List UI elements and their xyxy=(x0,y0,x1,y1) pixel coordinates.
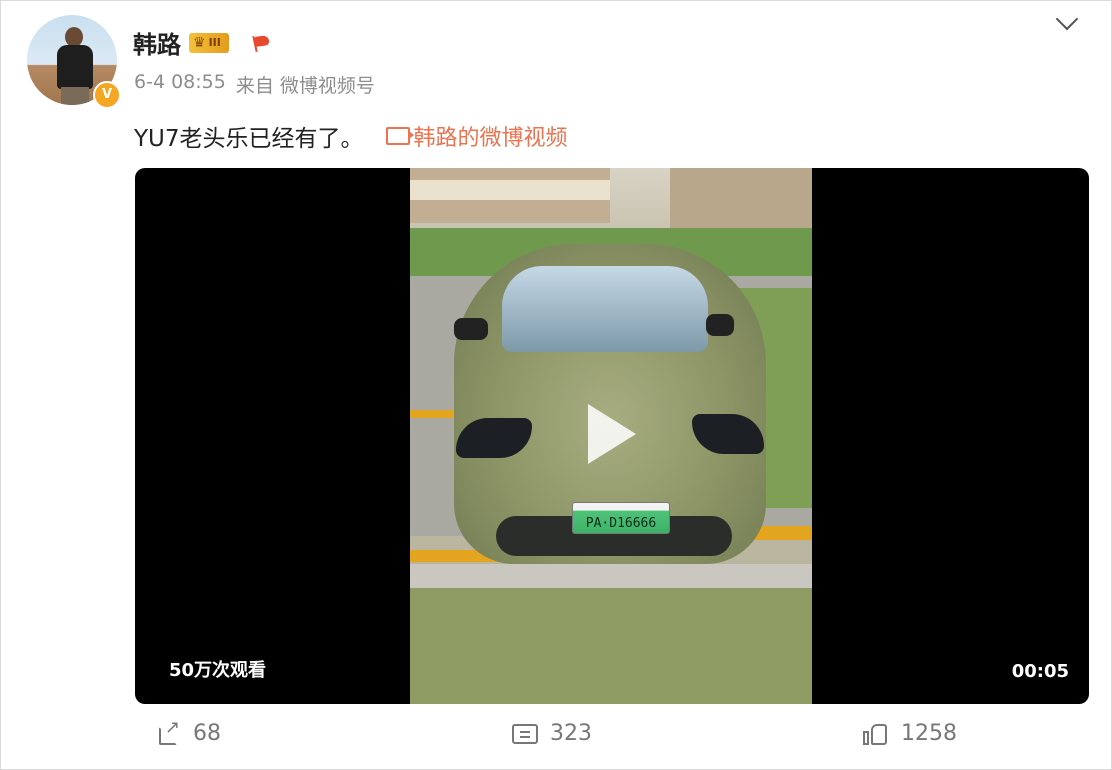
like-icon xyxy=(863,722,889,746)
source-prefix: 来自 xyxy=(235,75,274,97)
video-player[interactable]: PA·D16666 50万次观看 00:05 xyxy=(135,168,1089,704)
comment-icon xyxy=(512,723,538,744)
verified-icon: V xyxy=(93,81,121,109)
repost-icon xyxy=(159,717,181,745)
video-duration: 00:05 xyxy=(1011,661,1069,682)
license-plate: PA·D16666 xyxy=(572,502,670,534)
level-badge[interactable]: ♛ III xyxy=(189,32,229,53)
crown-icon: ♛ xyxy=(193,34,206,51)
avatar[interactable]: V xyxy=(27,15,121,109)
flag-icon[interactable] xyxy=(251,32,273,54)
post-time[interactable]: 6-4 08:55 xyxy=(134,71,226,98)
repost-count: 68 xyxy=(193,721,221,746)
post-source[interactable]: 微博视频号 xyxy=(280,75,375,97)
post-text: YU7老头乐已经有了。 xyxy=(134,126,364,152)
post-meta: 6-4 08:55 来自 微博视频号 xyxy=(134,71,375,98)
view-count: 50万次观看 xyxy=(169,660,267,681)
video-link-label: 韩路的微博视频 xyxy=(413,126,568,151)
action-bar: 68 323 1258 xyxy=(1,717,1111,761)
author-row: 韩路 ♛ III xyxy=(133,25,273,60)
comment-button[interactable]: 323 xyxy=(512,721,592,746)
video-link[interactable]: 韩路的微博视频 xyxy=(385,120,568,152)
like-button[interactable]: 1258 xyxy=(863,721,957,746)
repost-button[interactable]: 68 xyxy=(159,717,221,746)
video-frame: PA·D16666 xyxy=(410,168,812,704)
chevron-down-icon[interactable] xyxy=(1055,7,1079,31)
username[interactable]: 韩路 xyxy=(133,25,181,60)
video-icon xyxy=(385,127,414,145)
comment-count: 323 xyxy=(550,721,592,746)
like-count: 1258 xyxy=(901,721,957,746)
play-icon[interactable] xyxy=(588,404,636,464)
level-badge-label: III xyxy=(208,36,221,49)
post-content: YU7老头乐已经有了。 韩路的微博视频 xyxy=(134,119,568,153)
weibo-post-card: V 韩路 ♛ III 6-4 08:55 来自 微博视频号 YU7老头乐已经有了… xyxy=(0,0,1112,770)
